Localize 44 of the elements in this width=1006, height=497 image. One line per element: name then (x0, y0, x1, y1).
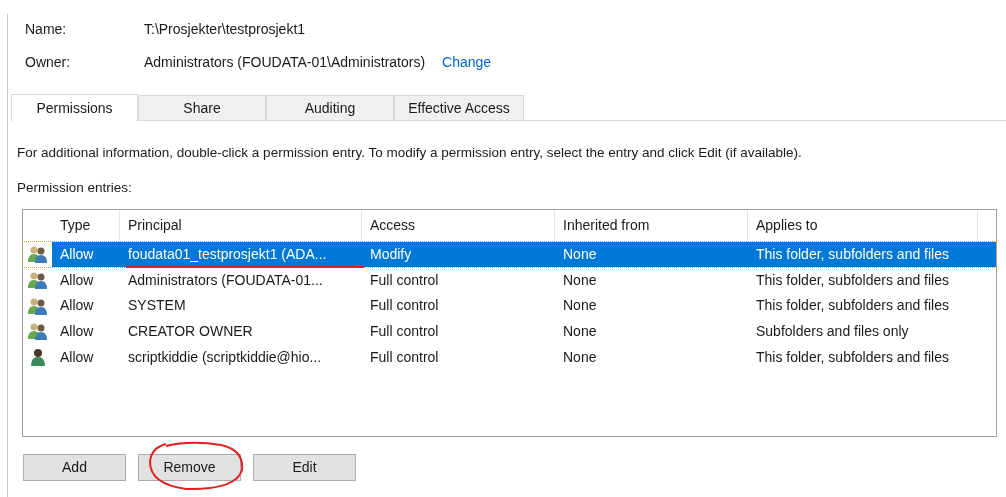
user-group-icon (27, 296, 48, 315)
user-group-icon (27, 271, 48, 290)
table-cell-text: Allow (60, 347, 94, 367)
permission-entries-label: Permission entries: (17, 179, 133, 198)
table-cell-text: CREATOR OWNER (128, 321, 253, 341)
table-cell-text: This folder, subfolders and files (756, 347, 949, 367)
owner-value: Administrators (FOUDATA-01\Administrators) (144, 52, 426, 72)
owner-label: Owner: (25, 52, 72, 72)
table-cell-text: Allow (60, 270, 94, 290)
table-cell: foudata01_testprosjekt1 (ADA... (128, 243, 327, 265)
table-cell-text: Subfolders and files only (756, 321, 909, 341)
info-text: For additional information, double-click a permission entry. To modify a permission entry, select the entry and click Edit (if available). (17, 144, 803, 162)
selected-row[interactable]: Allow foudata01_testprosjekt1 (ADA... Modify None This folder, subfolders and files (23, 241, 996, 268)
tab[interactable]: Permissions (11, 94, 138, 122)
table-cell-text: Full control (370, 321, 439, 341)
table-cell-text: None (563, 244, 597, 264)
tab[interactable]: Auditing (266, 95, 394, 121)
table-cell-text: Allow (60, 244, 94, 264)
table-cell-text: None (563, 270, 597, 290)
table-cell-text: SYSTEM (128, 296, 186, 316)
table-cell-text: None (563, 321, 597, 341)
tab[interactable]: Effective Access (394, 95, 524, 121)
table-cell-text: Allow (60, 321, 94, 341)
table-cell-text: This folder, subfolders and files (756, 244, 949, 264)
action-button[interactable]: Add (23, 453, 126, 481)
table-cell-text: None (563, 296, 597, 316)
tab[interactable]: Share (138, 95, 266, 121)
table-cell-text: Modify (370, 244, 412, 264)
change-link[interactable]: Change (442, 51, 492, 73)
table-cell-text: Full control (370, 296, 439, 316)
table-cell-text: This folder, subfolders and files (756, 296, 949, 316)
user-group-icon (27, 245, 48, 264)
name-label: Name: (25, 19, 68, 39)
user-group-icon (27, 322, 48, 341)
table-cell-text: Administrators (FOUDATA-01... (128, 270, 323, 290)
name-value: T:\Prosjekter\testprosjekt1 (144, 19, 306, 39)
action-button[interactable]: Edit (253, 453, 356, 481)
table-cell-text: Full control (370, 270, 439, 290)
table-cell-text: scriptkiddie (scriptkiddie@hio... (128, 347, 322, 367)
table-cell-text: This folder, subfolders and files (756, 270, 949, 290)
action-button[interactable]: Remove (138, 453, 241, 481)
table-cell-text: Allow (60, 296, 94, 316)
table-cell-text: Full control (370, 347, 439, 367)
table-cell-text: None (563, 347, 597, 367)
